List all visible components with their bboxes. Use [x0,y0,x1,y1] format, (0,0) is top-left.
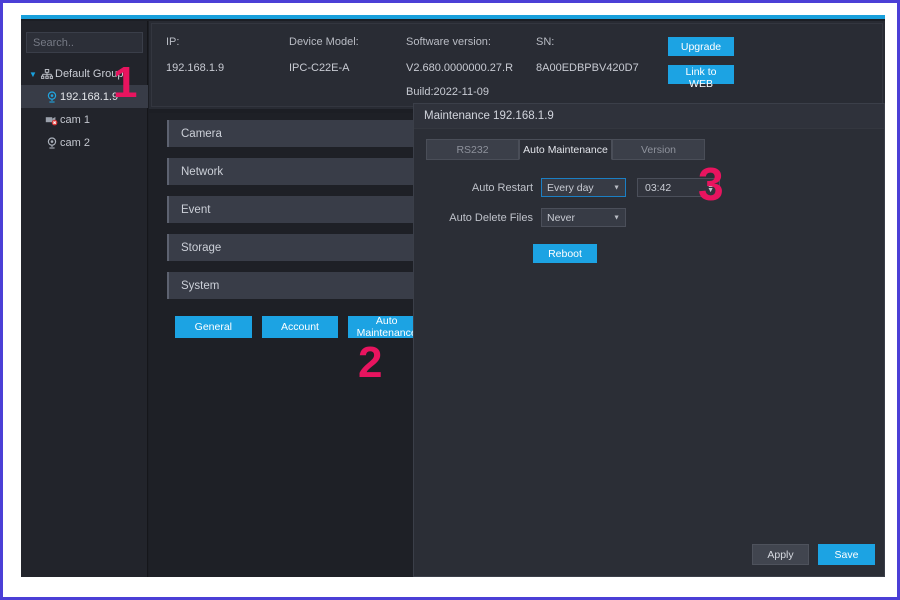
auto-restart-value: Every day [547,181,594,194]
spinner-down-icon[interactable]: ▼ [707,187,714,194]
auto-restart-time-input[interactable]: 03:42 ▲ ▼ [637,178,720,197]
device-info-panel: IP: 192.168.1.9 Device Model: IPC-C22E-A… [149,21,885,109]
tree-group-default[interactable]: ▼ Default Group [21,63,148,85]
info-value-software-version: V2.680.0000000.27.R [406,62,514,74]
info-value-sn: 8A00EDBPBV420D7 [536,62,639,74]
tab-version[interactable]: Version [612,139,705,160]
accordion-label: Event [181,203,211,216]
info-label-sn: SN: [536,36,555,48]
settings-accordion-list: Camera Network Event Storage System [149,113,431,299]
link-to-web-button[interactable]: Link to WEB [668,65,734,90]
system-button-group: General Account Auto Maintenance [175,315,426,339]
dialog-tab-bar: RS232 Auto Maintenance Version [426,139,884,160]
dialog-footer: Apply Save [752,544,875,565]
spinner-arrows-icon[interactable]: ▲ ▼ [707,182,714,194]
tree-item-cam-1[interactable]: cam 1 [21,108,148,131]
accordion-label: Network [181,165,224,178]
device-sidebar: ▼ Defau [21,21,191,577]
tree-item-label: 192.168.1.9 [60,90,119,103]
application-window: ▼ Defau [21,15,885,577]
accordion-event[interactable]: Event [167,196,431,223]
camera-error-icon [43,114,60,126]
network-group-icon [39,68,55,80]
device-tree: ▼ Default Group 192.168.1.9 cam 1 cam 2 [21,63,148,154]
accordion-storage[interactable]: Storage [167,234,431,261]
camera-online-icon [43,90,60,103]
tree-item-label: cam 2 [60,136,90,149]
info-column-software-version: Software version: V2.680.0000000.27.R Bu… [406,36,513,98]
auto-restart-time-value: 03:42 [645,181,672,194]
accordion-label: System [181,279,220,292]
chevron-down-icon[interactable]: ▼ [27,70,39,79]
accordion-system[interactable]: System [167,272,431,299]
info-label-device-model: Device Model: [289,36,359,48]
info-value-ip: 192.168.1.9 [166,62,225,74]
info-column-ip: IP: 192.168.1.9 [166,36,224,74]
upgrade-button[interactable]: Upgrade [668,37,734,56]
info-value-build: Build:2022-11-09 [406,86,489,98]
auto-restart-select[interactable]: Every day ▼ [541,178,626,197]
save-button[interactable]: Save [818,544,875,565]
info-label-ip: IP: [166,36,180,48]
auto-maintenance-form: Auto Restart Every day ▼ 03:42 ▲ ▼ Auto … [414,178,884,263]
maintenance-dialog: Maintenance 192.168.1.9 RS232 Auto Maint… [413,103,885,577]
camera-offline-icon [43,136,60,149]
tree-item-cam-2[interactable]: cam 2 [21,131,148,154]
info-label-software-version: Software version: [406,36,491,48]
search-box[interactable] [26,32,191,53]
dialog-title: Maintenance 192.168.1.9 [414,104,884,129]
tab-auto-maintenance[interactable]: Auto Maintenance [519,139,612,160]
reboot-button[interactable]: Reboot [533,244,597,263]
auto-restart-row: Auto Restart Every day ▼ 03:42 ▲ ▼ [414,178,884,197]
tab-rs232[interactable]: RS232 [426,139,519,160]
chevron-down-icon[interactable]: ▼ [613,184,620,191]
info-column-sn: SN: 8A00EDBPBV420D7 [536,36,639,74]
auto-restart-label: Auto Restart [471,181,533,194]
account-button[interactable]: Account [261,316,339,338]
chevron-down-icon[interactable]: ▼ [613,214,620,221]
accordion-label: Camera [181,127,222,140]
accordion-network[interactable]: Network [167,158,431,185]
accordion-camera[interactable]: Camera [167,120,431,147]
info-value-device-model: IPC-C22E-A [289,62,350,74]
device-info-inner: IP: 192.168.1.9 Device Model: IPC-C22E-A… [151,23,883,107]
auto-delete-files-label: Auto Delete Files [449,211,533,224]
auto-delete-files-select[interactable]: Never ▼ [541,208,626,227]
accordion-label: Storage [181,241,222,254]
window-accent-bar [21,15,885,19]
apply-button[interactable]: Apply [752,544,809,565]
auto-delete-files-row: Auto Delete Files Never ▼ [414,208,884,227]
general-button[interactable]: General [175,316,252,338]
tree-item-label: cam 1 [60,113,90,126]
auto-delete-files-value: Never [547,211,576,224]
tree-item-192-168-1-9[interactable]: 192.168.1.9 [21,85,148,108]
tree-group-label: Default Group [55,68,124,80]
settings-menu-column: Camera Network Event Storage System Gene… [149,113,431,577]
screenshot-root: ▼ Defau [0,0,900,600]
info-column-device-model: Device Model: IPC-C22E-A [289,36,359,74]
